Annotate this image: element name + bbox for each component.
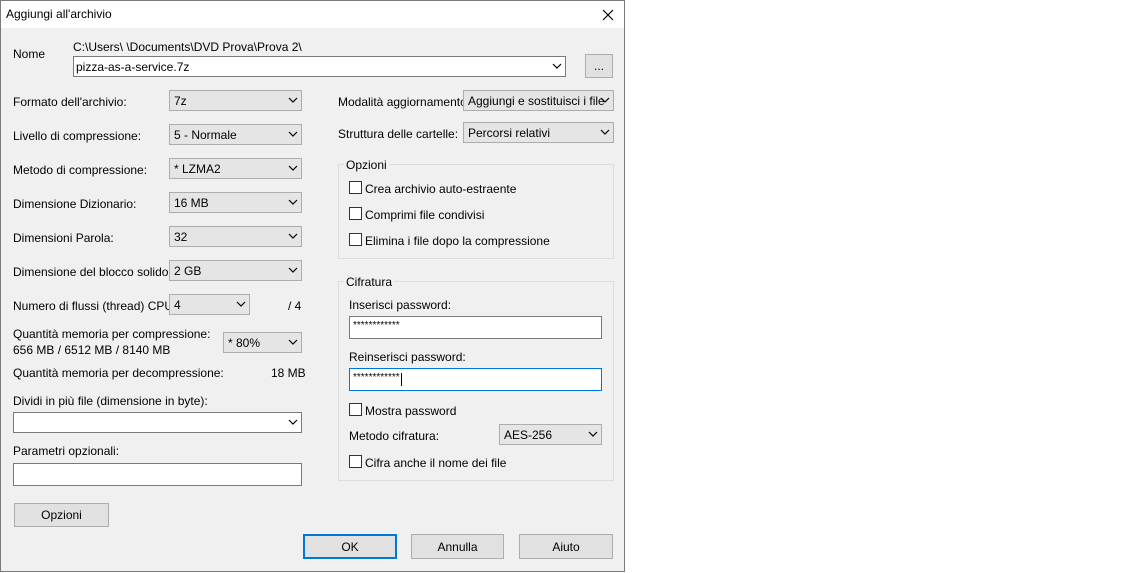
path-mode-select[interactable]: Percorsi relativi (463, 122, 614, 143)
show-password-label: Mostra password (365, 404, 457, 418)
chevron-down-icon (288, 97, 298, 103)
sfx-checkbox[interactable] (349, 181, 362, 194)
split-volumes-label: Dividi in più file (dimensione in byte): (13, 394, 208, 408)
dictionary-value: 16 MB (174, 196, 209, 210)
chevron-down-icon (600, 129, 610, 135)
shared-files-label: Comprimi file condivisi (365, 208, 485, 222)
close-icon (602, 9, 614, 20)
split-volumes-combo[interactable] (13, 412, 302, 433)
password-label: Inserisci password: (349, 298, 452, 312)
chevron-down-icon (552, 63, 562, 69)
method-value: * LZMA2 (174, 162, 221, 176)
encryption-method-select[interactable]: AES-256 (499, 424, 602, 445)
path-mode-value: Percorsi relativi (468, 126, 551, 140)
format-select[interactable]: 7z (169, 90, 302, 111)
add-to-archive-dialog: Aggiungi all'archivio Nome C:\Users\ \Do… (0, 0, 625, 572)
chevron-down-icon (288, 165, 298, 171)
update-mode-select[interactable]: Aggiungi e sostituisci i file (463, 90, 614, 111)
browse-button-label: ... (593, 59, 604, 73)
text-caret (401, 373, 402, 386)
threads-value: 4 (174, 298, 181, 312)
cancel-button[interactable]: Annulla (411, 534, 504, 559)
help-button-label: Aiuto (552, 539, 580, 554)
repassword-input[interactable]: ************ (349, 368, 602, 391)
word-size-value: 32 (174, 230, 188, 244)
delete-after-label: Elimina i file dopo la compressione (365, 234, 550, 248)
memory-decompression-value: 18 MB (271, 366, 306, 380)
format-value: 7z (174, 94, 187, 108)
path-mode-label: Struttura delle cartelle: (338, 127, 459, 141)
ok-button[interactable]: OK (303, 534, 397, 559)
shared-files-checkbox[interactable] (349, 207, 362, 220)
encrypt-names-checkbox[interactable] (349, 455, 362, 468)
ok-button-label: OK (341, 539, 359, 554)
chevron-down-icon (588, 431, 598, 437)
cancel-button-label: Annulla (437, 539, 478, 554)
show-password-checkbox[interactable] (349, 403, 362, 416)
help-button[interactable]: Aiuto (519, 534, 613, 559)
chevron-down-icon (288, 339, 298, 345)
chevron-down-icon (236, 301, 246, 307)
title-bar: Aggiungi all'archivio (1, 1, 624, 28)
level-select[interactable]: 5 - Normale (169, 124, 302, 145)
options-group-title: Opzioni (344, 158, 389, 172)
browse-button[interactable]: ... (585, 54, 613, 78)
memory-decompression-label: Quantità memoria per decompressione: (13, 366, 224, 380)
archive-path: C:\Users\ \Documents\DVD Prova\Prova 2\ (73, 40, 302, 54)
encryption-method-value: AES-256 (504, 428, 553, 442)
memory-compression-label: Quantità memoria per compressione: (13, 327, 211, 341)
parameters-input[interactable] (13, 463, 302, 486)
options-button[interactable]: Opzioni (14, 503, 109, 527)
threads-max: / 4 (288, 299, 302, 313)
close-button[interactable] (593, 3, 623, 26)
word-size-select[interactable]: 32 (169, 226, 302, 247)
dictionary-select[interactable]: 16 MB (169, 192, 302, 213)
word-size-label: Dimensioni Parola: (13, 231, 114, 245)
sfx-label: Crea archivio auto-estraente (365, 182, 517, 196)
encrypt-names-label: Cifra anche il nome dei file (365, 456, 507, 470)
solid-block-label: Dimensione del blocco solido: (13, 265, 172, 279)
chevron-down-icon (288, 419, 298, 425)
repassword-label: Reinserisci password: (349, 350, 466, 364)
memory-usage-select[interactable]: * 80% (223, 332, 302, 353)
memory-usage-value: * 80% (228, 336, 261, 350)
chevron-down-icon (288, 199, 298, 205)
chevron-down-icon (288, 267, 298, 273)
encryption-group-title: Cifratura (344, 275, 395, 289)
window-title: Aggiungi all'archivio (6, 7, 112, 21)
format-label: Formato dell'archivio: (13, 95, 127, 109)
delete-after-checkbox[interactable] (349, 233, 362, 246)
password-input[interactable]: ************ (349, 316, 602, 339)
update-mode-label: Modalità aggiornamento: (338, 95, 471, 109)
method-label: Metodo di compressione: (13, 163, 148, 177)
chevron-down-icon (288, 131, 298, 137)
level-value: 5 - Normale (174, 128, 237, 142)
level-label: Livello di compressione: (13, 129, 142, 143)
archive-name-combo[interactable]: pizza-as-a-service.7z (73, 56, 566, 77)
name-label: Nome (13, 47, 46, 61)
encryption-method-label: Metodo cifratura: (349, 429, 440, 443)
parameters-label: Parametri opzionali: (13, 444, 120, 458)
dictionary-label: Dimensione Dizionario: (13, 197, 137, 211)
solid-block-select[interactable]: 2 GB (169, 260, 302, 281)
threads-label: Numero di flussi (thread) CPU: (13, 299, 177, 313)
chevron-down-icon (288, 233, 298, 239)
archive-name-value: pizza-as-a-service.7z (76, 60, 190, 74)
password-value: ************ (353, 320, 400, 331)
method-select[interactable]: * LZMA2 (169, 158, 302, 179)
chevron-down-icon (600, 97, 610, 103)
options-button-label: Opzioni (41, 508, 82, 522)
memory-compression-detail: 656 MB / 6512 MB / 8140 MB (13, 343, 171, 357)
update-mode-value: Aggiungi e sostituisci i file (468, 94, 605, 108)
solid-block-value: 2 GB (174, 264, 202, 278)
threads-select[interactable]: 4 (169, 294, 250, 315)
repassword-value: ************ (353, 372, 400, 383)
